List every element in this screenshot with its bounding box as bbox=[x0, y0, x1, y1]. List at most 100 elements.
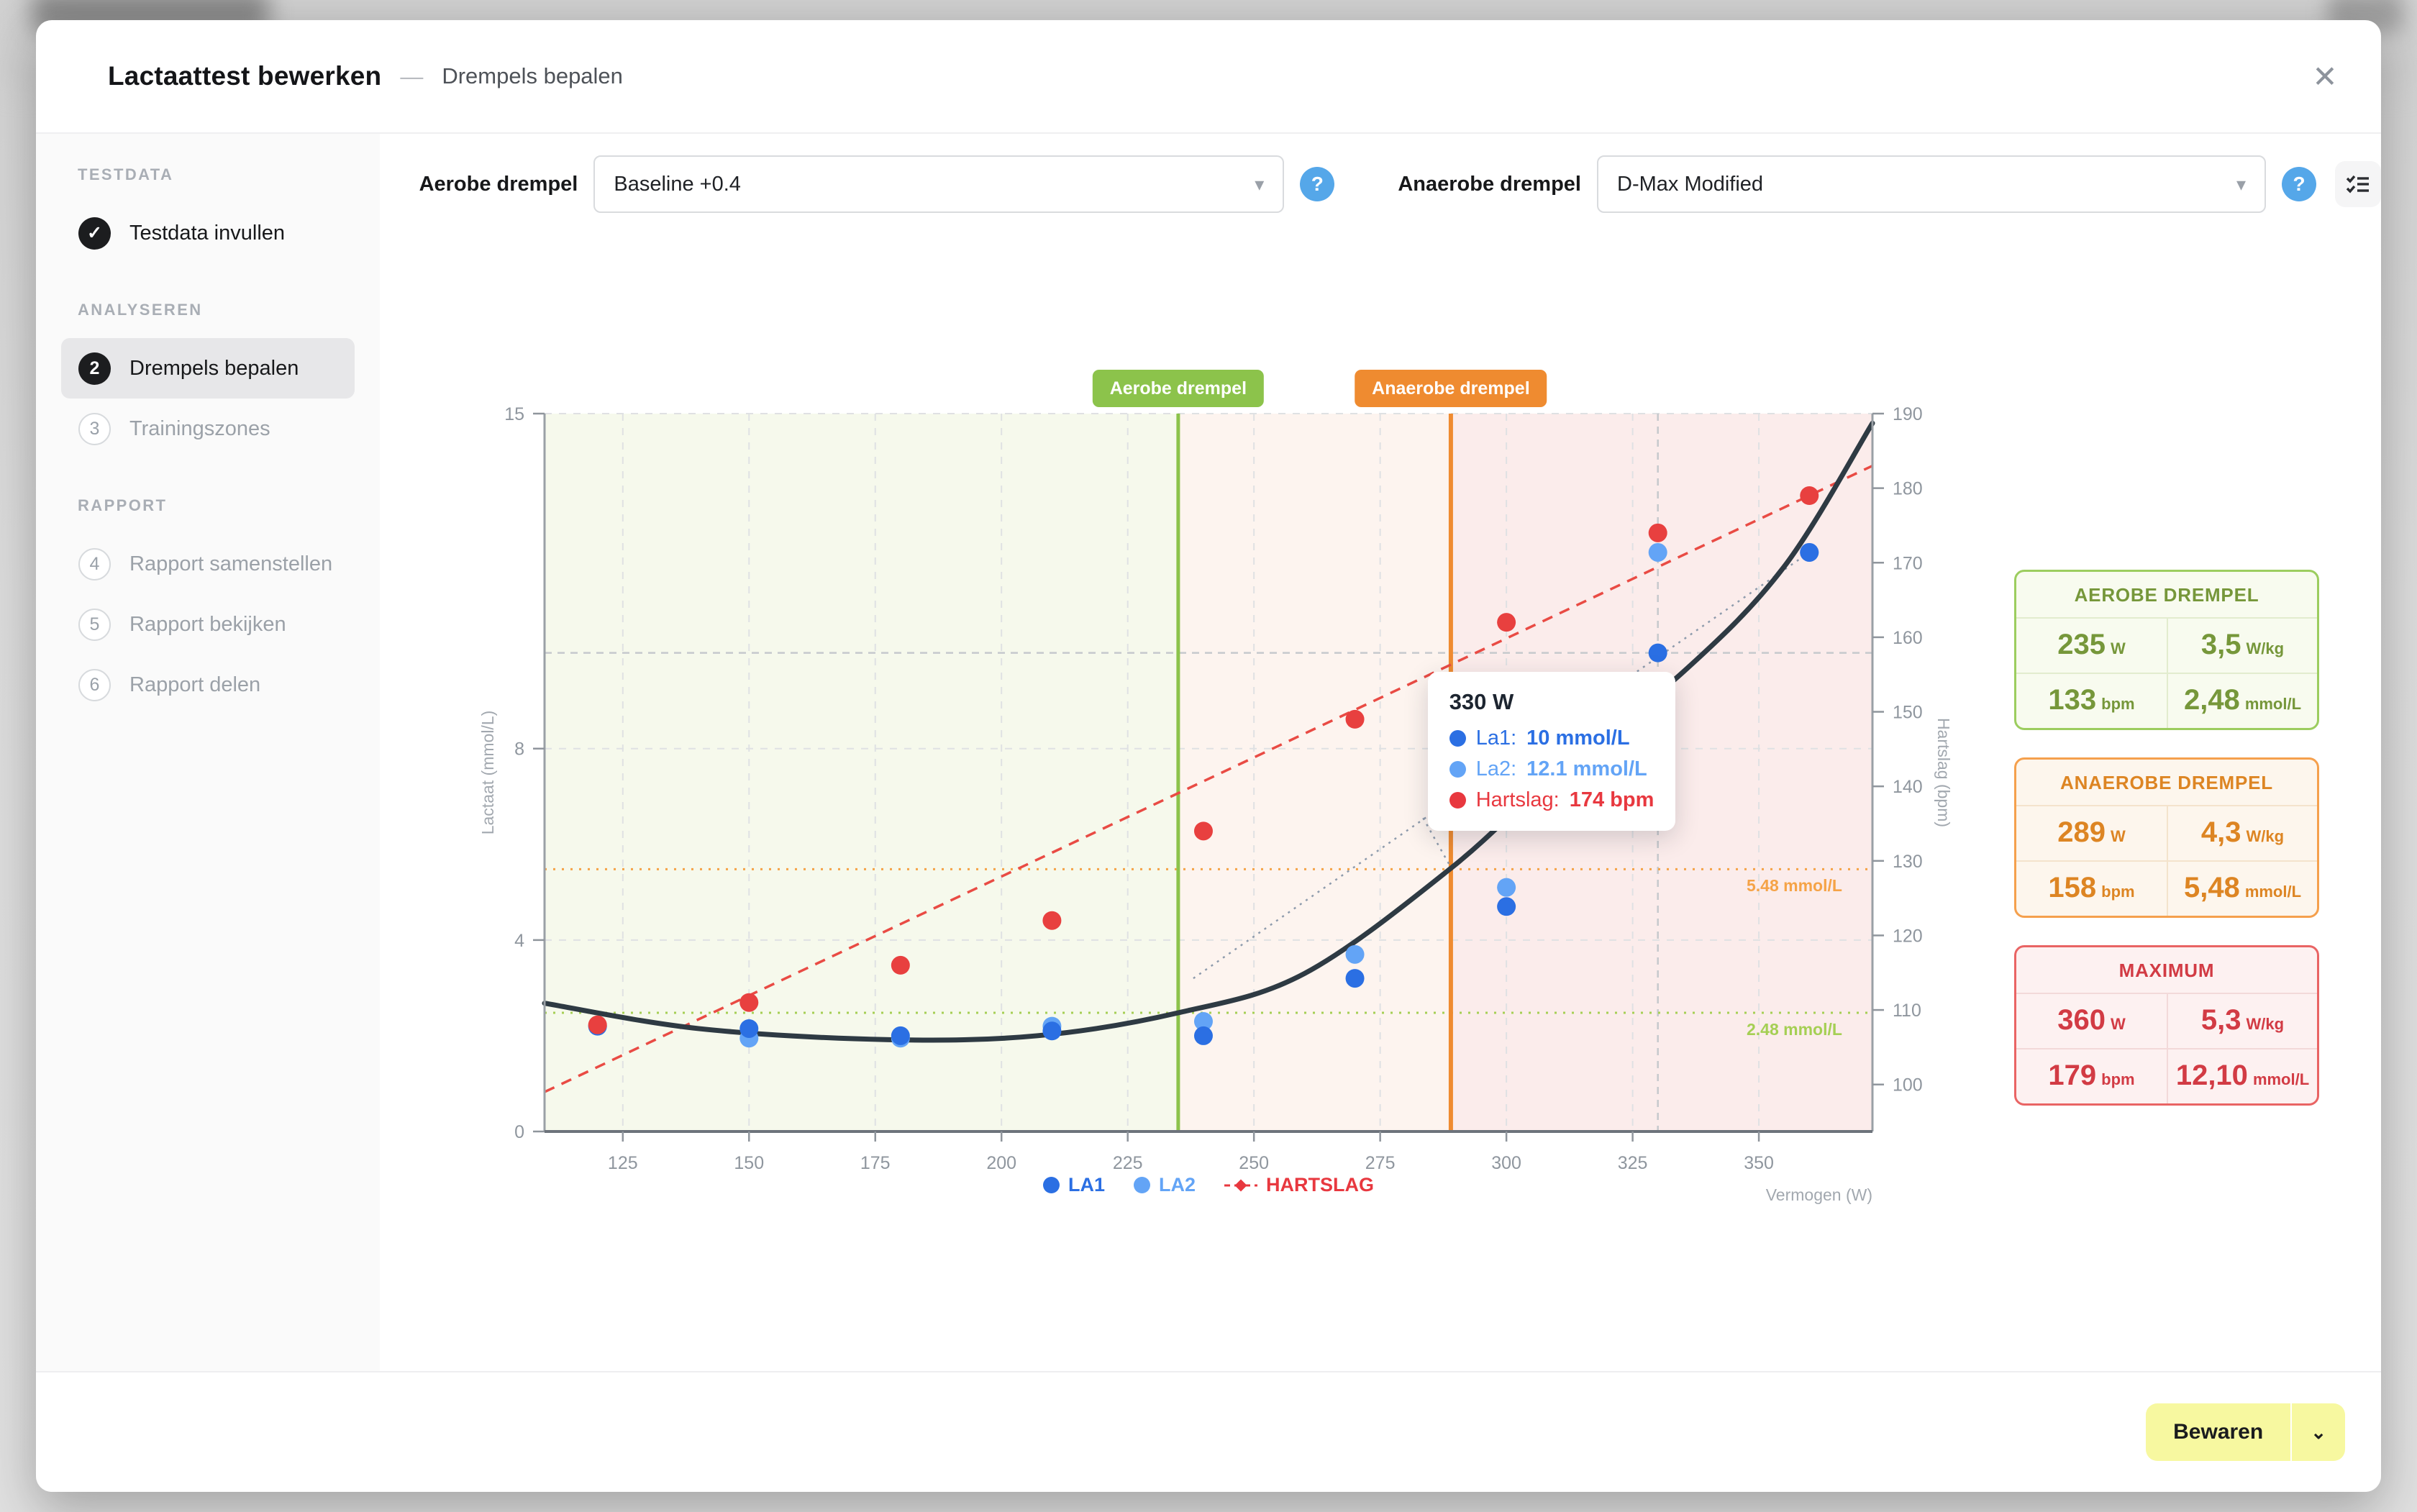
data-point-hartslag[interactable] bbox=[1649, 524, 1667, 542]
data-point-la1[interactable] bbox=[1649, 644, 1667, 662]
legend-label: HARTSLAG bbox=[1266, 1174, 1374, 1196]
tooltip-value: 10 mmol/L bbox=[1526, 727, 1629, 750]
data-point-la1[interactable] bbox=[739, 1019, 758, 1038]
data-point-hartslag[interactable] bbox=[739, 993, 758, 1012]
data-point-la1[interactable] bbox=[1346, 969, 1365, 988]
chevron-down-icon[interactable]: ⌄ bbox=[2292, 1403, 2345, 1461]
data-point-hartslag[interactable] bbox=[1194, 821, 1213, 840]
data-point-la1[interactable] bbox=[1042, 1021, 1061, 1040]
svg-text:160: 160 bbox=[1893, 628, 1923, 648]
right-axis-title: Hartslag (bpm) bbox=[1934, 718, 1953, 827]
sidebar-section-testdata: TESTDATA bbox=[78, 165, 380, 184]
sidebar-section-analyseren: ANALYSEREN bbox=[78, 301, 380, 319]
data-point-hartslag[interactable] bbox=[891, 956, 910, 975]
sidebar-item-trainingszones[interactable]: 3 Trainingszones bbox=[61, 399, 355, 459]
data-point-hartslag[interactable] bbox=[588, 1016, 607, 1034]
legend-label: LA2 bbox=[1159, 1174, 1196, 1196]
card-cell: 4,3W/kg bbox=[2167, 806, 2317, 860]
tooltip-row-hartslag: Hartslag: 174 bpm bbox=[1449, 788, 1654, 812]
data-point-la1[interactable] bbox=[1497, 897, 1516, 916]
data-point-la2[interactable] bbox=[1346, 945, 1365, 964]
data-point-hartslag[interactable] bbox=[1800, 486, 1819, 505]
page-title: Lactaattest bewerken bbox=[108, 61, 381, 91]
legend-item-la1[interactable]: LA1 bbox=[1043, 1174, 1105, 1196]
card-cell: 289W bbox=[2016, 806, 2167, 860]
svg-text:300: 300 bbox=[1491, 1153, 1521, 1173]
aerobic-threshold-label: Aerobe drempel bbox=[419, 173, 578, 196]
data-point-hartslag[interactable] bbox=[1346, 710, 1365, 729]
chevron-down-icon: ▾ bbox=[1255, 173, 1264, 196]
legend-label: LA1 bbox=[1068, 1174, 1105, 1196]
threshold-summary-cards: AEROBE DREMPEL 235W 3,5W/kg 133bpm 2,48m… bbox=[2014, 570, 2319, 1106]
sidebar-item-rapport-delen[interactable]: 6 Rapport delen bbox=[61, 655, 355, 715]
svg-text:275: 275 bbox=[1365, 1153, 1396, 1173]
data-point-la1[interactable] bbox=[1800, 543, 1819, 562]
data-point-la1[interactable] bbox=[1194, 1026, 1213, 1045]
save-button[interactable]: Bewaren bbox=[2146, 1403, 2290, 1461]
svg-text:250: 250 bbox=[1239, 1153, 1269, 1173]
anaerobic-threshold-label: Anaerobe drempel bbox=[1398, 173, 1581, 196]
svg-text:200: 200 bbox=[986, 1153, 1016, 1173]
card-cell: 12,10mmol/L bbox=[2167, 1048, 2317, 1103]
card-cell: 5,48mmol/L bbox=[2167, 860, 2317, 916]
aerobic-help-icon[interactable]: ? bbox=[1300, 167, 1334, 201]
threshold-controls: Aerobe drempel Baseline +0.4 ▾ ? Anaerob… bbox=[380, 134, 2381, 213]
tooltip-label: La1: bbox=[1476, 727, 1516, 750]
sidebar-item-testdata-invullen[interactable]: ✓ Testdata invullen bbox=[61, 203, 355, 263]
data-point-la2[interactable] bbox=[1497, 878, 1516, 897]
tooltip-row-la1: La1: 10 mmol/L bbox=[1449, 727, 1654, 750]
svg-text:180: 180 bbox=[1893, 479, 1923, 499]
la1-dot-icon bbox=[1043, 1177, 1060, 1193]
aerobic-lactate-line-label: 2.48 mmol/L bbox=[1747, 1020, 1842, 1039]
step-check-icon: ✓ bbox=[78, 217, 111, 250]
sidebar-item-rapport-bekijken[interactable]: 5 Rapport bekijken bbox=[61, 594, 355, 655]
aerobic-threshold-select[interactable]: Baseline +0.4 ▾ bbox=[593, 155, 1284, 213]
card-cell: 158bpm bbox=[2016, 860, 2167, 916]
step-number-icon: 5 bbox=[78, 609, 111, 641]
threshold-settings-icon[interactable] bbox=[2335, 161, 2381, 207]
sidebar-item-label: Rapport delen bbox=[129, 673, 260, 697]
svg-text:110: 110 bbox=[1893, 1001, 1921, 1021]
data-point-la1[interactable] bbox=[891, 1026, 910, 1045]
svg-text:125: 125 bbox=[608, 1153, 638, 1173]
svg-text:325: 325 bbox=[1618, 1153, 1648, 1173]
chart-legend: LA1 LA2 HARTSLAG bbox=[403, 1174, 2014, 1196]
svg-text:130: 130 bbox=[1893, 852, 1923, 872]
anaerobic-threshold-pill[interactable]: Anaerobe drempel bbox=[1355, 370, 1547, 407]
legend-item-hartslag[interactable]: HARTSLAG bbox=[1224, 1174, 1374, 1196]
data-point-hartslag[interactable] bbox=[1042, 911, 1061, 930]
title-divider: — bbox=[400, 63, 423, 90]
la2-dot-icon bbox=[1449, 761, 1466, 778]
card-cell: 179bpm bbox=[2016, 1048, 2167, 1103]
aerobic-threshold-card: AEROBE DREMPEL 235W 3,5W/kg 133bpm 2,48m… bbox=[2014, 570, 2319, 730]
lactate-chart[interactable]: 1251501752002252502753003253500481510011… bbox=[403, 345, 2014, 1302]
svg-text:120: 120 bbox=[1893, 926, 1923, 946]
sidebar-item-label: Rapport samenstellen bbox=[129, 552, 332, 576]
sidebar-item-label: Drempels bepalen bbox=[129, 357, 299, 381]
card-cell: 360W bbox=[2016, 994, 2167, 1048]
tooltip-value: 174 bpm bbox=[1570, 788, 1654, 812]
card-title: MAXIMUM bbox=[2016, 947, 2317, 994]
la1-dot-icon bbox=[1449, 730, 1466, 747]
close-icon[interactable]: ✕ bbox=[2302, 53, 2348, 99]
heart-rate-line-icon bbox=[1224, 1179, 1257, 1192]
left-axis-title: Lactaat (mmol/L) bbox=[478, 711, 497, 835]
spacer bbox=[36, 459, 380, 496]
aerobic-threshold-pill[interactable]: Aerobe drempel bbox=[1093, 370, 1264, 407]
svg-text:0: 0 bbox=[514, 1122, 524, 1142]
data-point-hartslag[interactable] bbox=[1497, 613, 1516, 632]
save-split-button[interactable]: Bewaren ⌄ bbox=[2146, 1403, 2345, 1461]
legend-item-la2[interactable]: LA2 bbox=[1134, 1174, 1196, 1196]
tooltip-title: 330 W bbox=[1449, 689, 1654, 715]
sidebar-item-rapport-samenstellen[interactable]: 4 Rapport samenstellen bbox=[61, 534, 355, 594]
anaerobic-threshold-card: ANAEROBE DREMPEL 289W 4,3W/kg 158bpm 5,4… bbox=[2014, 757, 2319, 918]
sidebar-item-label: Testdata invullen bbox=[129, 222, 285, 245]
svg-text:175: 175 bbox=[860, 1153, 891, 1173]
sidebar-item-drempels-bepalen[interactable]: 2 Drempels bepalen bbox=[61, 338, 355, 399]
anaerobic-help-icon[interactable]: ? bbox=[2282, 167, 2316, 201]
card-cell: 3,5W/kg bbox=[2167, 619, 2317, 673]
aerobic-threshold-value: Baseline +0.4 bbox=[614, 173, 741, 196]
data-point-la2[interactable] bbox=[1649, 543, 1667, 562]
svg-text:225: 225 bbox=[1113, 1153, 1143, 1173]
anaerobic-threshold-select[interactable]: D-Max Modified ▾ bbox=[1597, 155, 2266, 213]
